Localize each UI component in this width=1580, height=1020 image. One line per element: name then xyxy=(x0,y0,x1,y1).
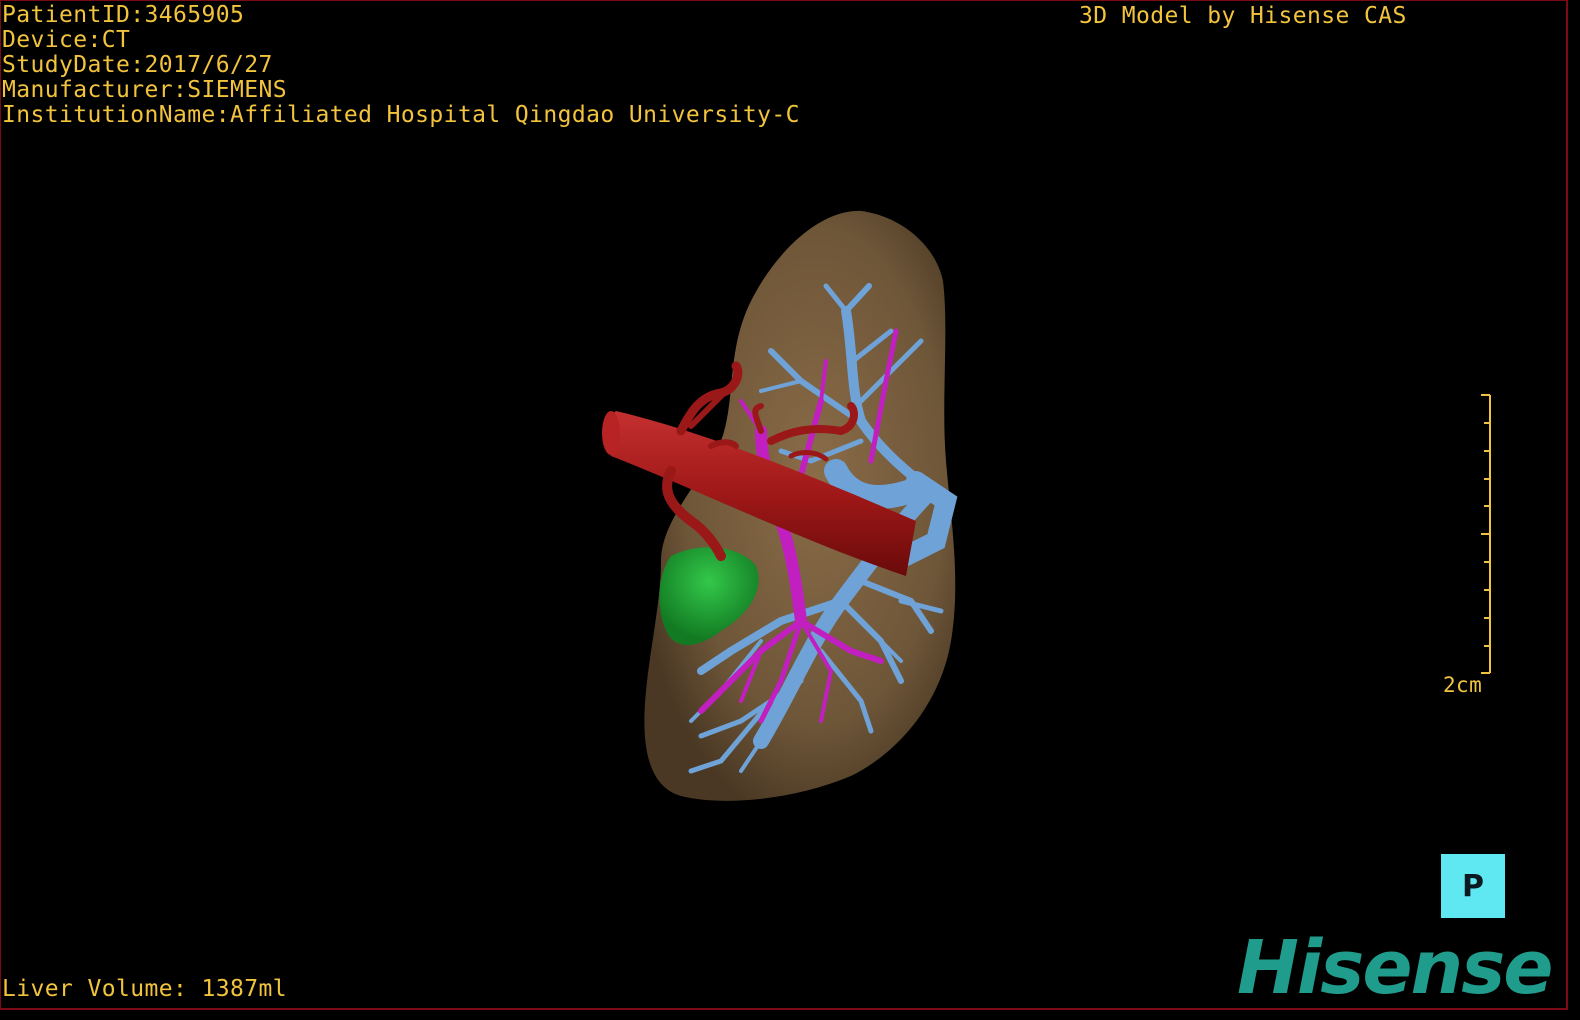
device-text: Device:CT xyxy=(2,27,131,53)
study-date-text: StudyDate:2017/6/27 xyxy=(2,52,273,78)
liver-3d-model[interactable] xyxy=(1,1,1568,1010)
orientation-cube[interactable]: P xyxy=(1441,854,1505,918)
liver-volume-text: Liver Volume: 1387ml xyxy=(2,976,287,1002)
hisense-logo: Hisense xyxy=(1237,925,1553,1010)
scale-label: 2cm xyxy=(1443,673,1483,697)
scale-ruler xyxy=(1481,394,1491,674)
study-info-panel: PatientID:3465905 Device:CT StudyDate:20… xyxy=(2,3,800,128)
manufacturer-text: Manufacturer:SIEMENS xyxy=(2,77,287,103)
patient-id-text: PatientID:3465905 xyxy=(2,2,245,28)
orientation-label: P xyxy=(1462,868,1484,904)
model-credit-text: 3D Model by Hisense CAS xyxy=(1079,3,1407,29)
institution-text: InstitutionName:Affiliated Hospital Qing… xyxy=(2,102,800,128)
3d-viewport[interactable]: PatientID:3465905 Device:CT StudyDate:20… xyxy=(0,0,1568,1010)
